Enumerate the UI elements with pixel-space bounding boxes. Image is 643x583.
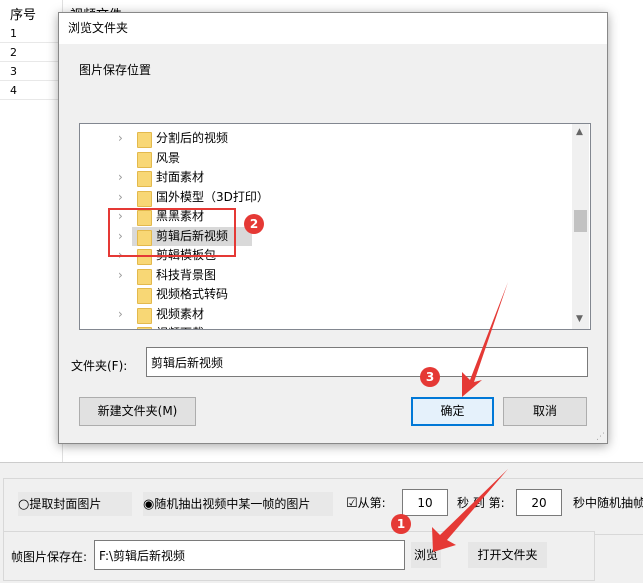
arrow-to-ok-icon [462, 282, 508, 397]
arrow-to-browse-icon [432, 469, 508, 552]
annotation-arrows [432, 282, 508, 552]
